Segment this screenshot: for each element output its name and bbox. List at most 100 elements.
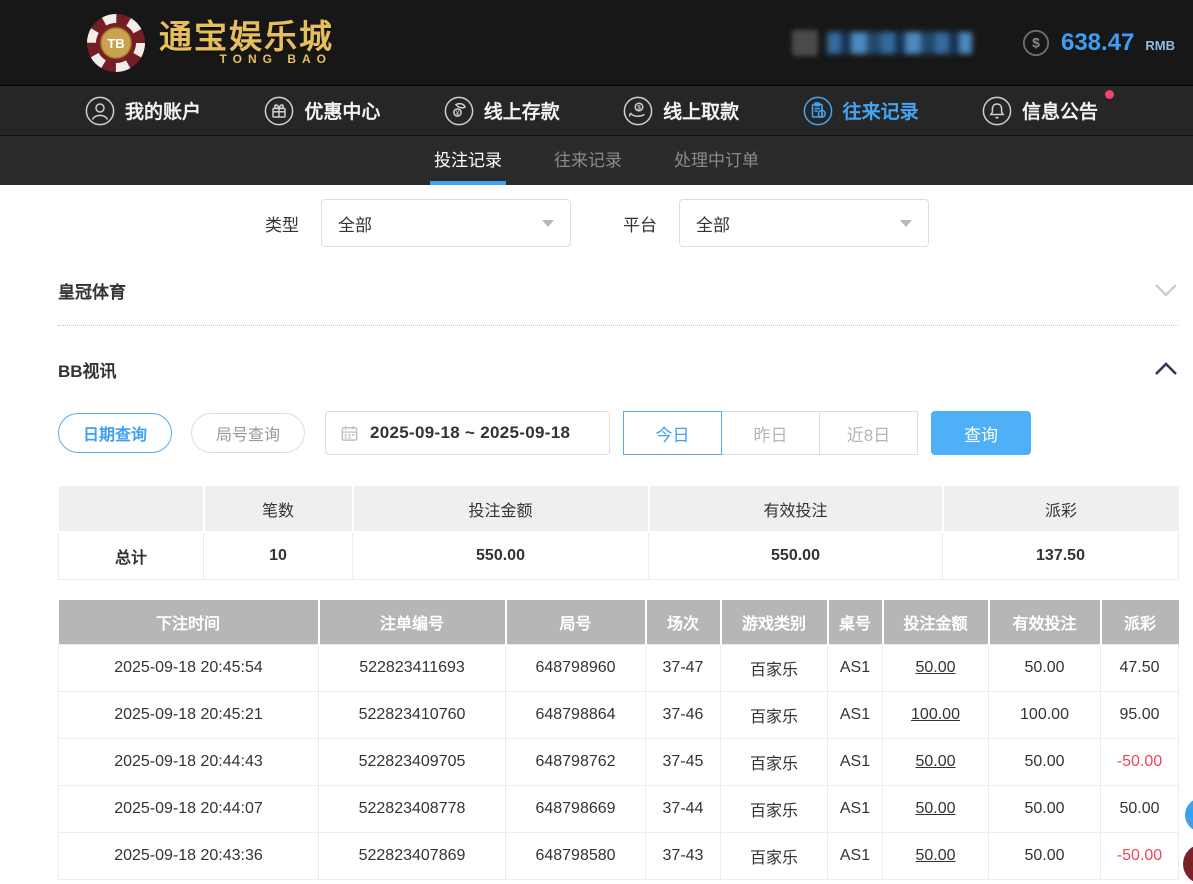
round-query-button[interactable]: 局号查询 <box>191 413 306 453</box>
filter-row: 类型 全部 平台 全部 <box>58 199 1178 247</box>
bet-time: 2025-09-18 20:43:36 <box>58 832 319 880</box>
search-button[interactable]: 查询 <box>931 411 1032 455</box>
last-8-days-button[interactable]: 近8日 <box>819 411 919 455</box>
chevron-down-icon <box>542 219 554 227</box>
gift-icon <box>264 96 294 126</box>
nav-item-announcements[interactable]: 信息公告 <box>982 89 1114 126</box>
col-round-id: 局号 <box>505 599 647 645</box>
bet-amount-link[interactable]: 50.00 <box>882 785 989 833</box>
date-query-button[interactable]: 日期查询 <box>58 413 173 453</box>
payout-cell: 95.00 <box>1100 691 1179 739</box>
casino-chip-icon: TB <box>87 13 145 72</box>
order-id: 522823410760 <box>318 691 506 739</box>
payout-cell: -50.00 <box>1100 738 1179 786</box>
col-valid-bet: 有效投注 <box>988 599 1102 645</box>
calendar-icon <box>341 425 358 441</box>
round-id: 648798580 <box>505 832 646 880</box>
platform-select[interactable]: 全部 <box>679 199 929 247</box>
summary-valid-bet: 550.00 <box>648 531 943 580</box>
chevron-down-icon[interactable] <box>1154 283 1178 297</box>
section-title-bb-video: BB视讯 <box>58 361 117 381</box>
table-no: AS1 <box>827 832 883 880</box>
summary-header-count: 笔数 <box>203 486 354 533</box>
summary-payout: 137.50 <box>942 531 1179 580</box>
bet-amount-link[interactable]: 50.00 <box>882 644 989 692</box>
col-bet-time: 下注时间 <box>58 599 320 645</box>
session: 37-46 <box>645 691 721 739</box>
bet-table-header-row: 下注时间 注单编号 局号 场次 游戏类别 桌号 投注金额 有效投注 派彩 <box>58 599 1179 645</box>
section-crown-sports[interactable]: 皇冠体育 <box>58 275 1178 305</box>
date-range-input[interactable]: 2025-09-18 ~ 2025-09-18 <box>325 411 611 455</box>
payout-cell: 47.50 <box>1100 644 1179 692</box>
summary-header-payout: 派彩 <box>942 486 1179 533</box>
chevron-down-icon <box>900 219 912 227</box>
tab-pending-orders[interactable]: 处理中订单 <box>670 136 763 185</box>
section-divider <box>58 325 1178 326</box>
nav-item-withdraw[interactable]: $ 线上取款 <box>623 96 739 126</box>
main-nav: 我的账户 优惠中心 ¥ 线上存款 $ 线上取款 往来记录 信息公告 <box>0 85 1193 136</box>
quick-date-group: 今日 昨日 近8日 <box>623 411 919 455</box>
chevron-up-icon[interactable] <box>1154 362 1178 376</box>
session: 37-47 <box>645 644 721 692</box>
payout-cell: -50.00 <box>1100 832 1179 880</box>
payout-cell: 50.00 <box>1100 785 1179 833</box>
col-table-no: 桌号 <box>827 599 884 645</box>
nav-item-deposit[interactable]: ¥ 线上存款 <box>444 96 560 126</box>
records-icon <box>803 96 833 126</box>
round-id: 648798762 <box>505 738 646 786</box>
platform-filter-label: 平台 <box>623 215 657 235</box>
col-order-id: 注单编号 <box>318 599 507 645</box>
bet-amount-link[interactable]: 50.00 <box>882 738 989 786</box>
summary-count: 10 <box>203 531 353 580</box>
bet-time: 2025-09-18 20:45:54 <box>58 644 319 692</box>
brand-logo[interactable]: TB 通宝娱乐城 TONG BAO <box>86 13 334 73</box>
summary-header-bet-amount: 投注金额 <box>352 486 650 533</box>
top-header: TB 通宝娱乐城 TONG BAO $ 638.47 RMB <box>0 0 1193 85</box>
today-button[interactable]: 今日 <box>623 411 723 455</box>
valid-bet: 50.00 <box>988 832 1101 880</box>
balance-currency: RMB <box>1145 38 1175 53</box>
page: { "header": { "logo": { "chip_text": "TB… <box>0 0 1193 884</box>
nav-item-my-account[interactable]: 我的账户 <box>85 96 201 126</box>
balance[interactable]: $ 638.47 RMB <box>1022 29 1175 57</box>
nav-item-promotions[interactable]: 优惠中心 <box>264 96 380 126</box>
summary-bet-amount: 550.00 <box>352 531 649 580</box>
type-select[interactable]: 全部 <box>321 199 571 247</box>
type-filter-label: 类型 <box>265 215 299 235</box>
type-select-value: 全部 <box>338 215 372 235</box>
bet-amount-link[interactable]: 50.00 <box>882 832 989 880</box>
nav-item-transaction-records[interactable]: 往来记录 <box>803 96 919 126</box>
query-bar: 日期查询 局号查询 2025-09-18 ~ 2025-09-18 今日 昨日 … <box>58 410 1178 456</box>
round-id: 648798669 <box>505 785 646 833</box>
tab-bet-records[interactable]: 投注记录 <box>430 136 506 185</box>
bet-amount-link[interactable]: 100.00 <box>882 691 989 739</box>
user-icon <box>85 96 115 126</box>
summary-header-empty <box>58 486 205 533</box>
deposit-icon: ¥ <box>444 96 474 126</box>
table-no: AS1 <box>827 691 883 739</box>
dollar-circle-icon: $ <box>1022 29 1050 56</box>
withdraw-icon: $ <box>623 96 653 126</box>
order-id: 522823409705 <box>318 738 506 786</box>
section-bb-video[interactable]: BB视讯 <box>58 354 1178 384</box>
table-row: 2025-09-18 20:44:43 522823409705 6487987… <box>58 738 1179 786</box>
session: 37-44 <box>645 785 721 833</box>
content: 类型 全部 平台 全部 皇冠体育 BB视讯 日期查询 局号查询 2025-09-… <box>0 199 1193 880</box>
bet-time: 2025-09-18 20:44:43 <box>58 738 319 786</box>
game-type: 百家乐 <box>720 738 828 786</box>
avatar[interactable] <box>791 29 818 56</box>
col-game-type: 游戏类别 <box>720 599 829 645</box>
summary-total-label: 总计 <box>58 531 204 580</box>
yesterday-button[interactable]: 昨日 <box>721 411 821 455</box>
valid-bet: 50.00 <box>988 644 1101 692</box>
section-title-crown-sports: 皇冠体育 <box>58 282 126 302</box>
table-no: AS1 <box>827 644 883 692</box>
col-bet-amount: 投注金额 <box>882 599 990 645</box>
summary-header-row: 笔数 投注金额 有效投注 派彩 <box>58 486 1179 533</box>
tab-transaction-records[interactable]: 往来记录 <box>550 136 626 185</box>
round-id: 648798960 <box>505 644 646 692</box>
game-type: 百家乐 <box>720 691 828 739</box>
svg-text:$: $ <box>637 104 641 111</box>
order-id: 522823411693 <box>318 644 506 692</box>
user-area: $ 638.47 RMB <box>791 29 1175 57</box>
